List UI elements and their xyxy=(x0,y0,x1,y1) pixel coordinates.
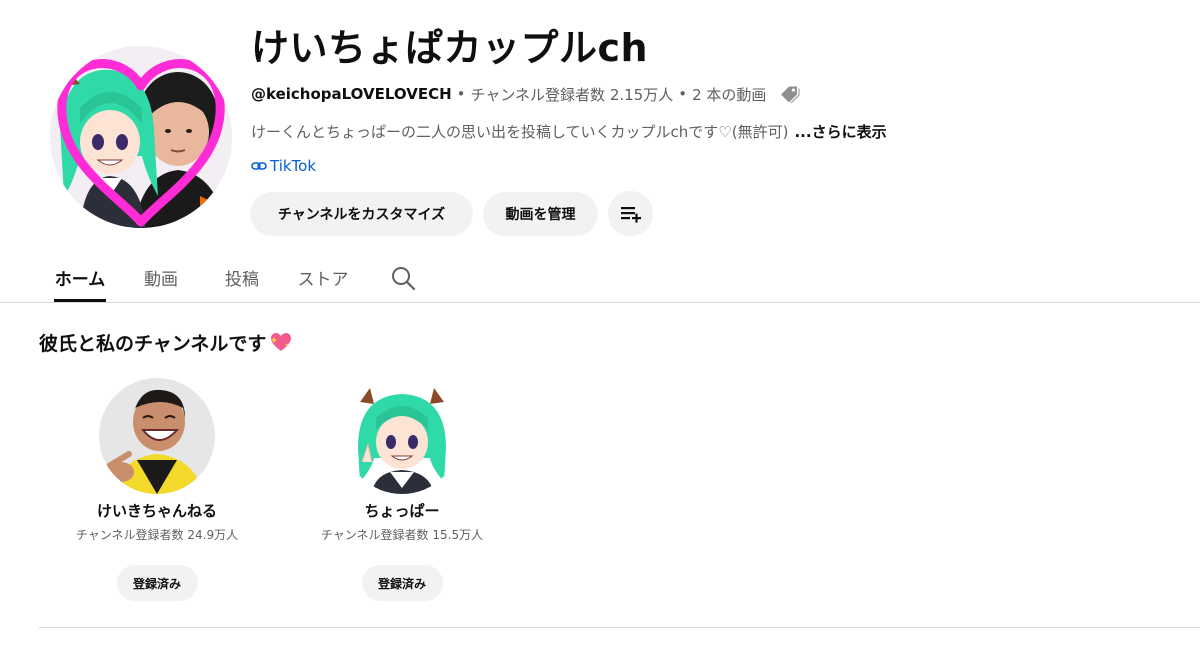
tab-store[interactable]: ストア xyxy=(296,252,350,302)
playlist-add-button[interactable] xyxy=(608,191,653,236)
tab-videos[interactable]: 動画 xyxy=(142,252,180,302)
featured-channel-card[interactable]: ちょっぱー チャンネル登録者数 15.5万人 登録済み xyxy=(302,378,502,601)
tab-search-button[interactable] xyxy=(389,264,417,292)
section-title: 彼氏と私のチャンネルです xyxy=(39,328,293,356)
couple-avatar-icon xyxy=(50,46,232,228)
meta-separator: • xyxy=(456,85,466,103)
tab-home[interactable]: ホーム xyxy=(54,252,106,302)
anime-girl-avatar-icon xyxy=(344,378,460,494)
customize-channel-button[interactable]: チャンネルをカスタマイズ xyxy=(250,191,473,236)
description-text: けーくんとちょっぱーの二人の思い出を投稿していくカップルchです♡(無許可) xyxy=(251,122,789,141)
channel-meta: @keichopaLOVELOVECH • チャンネル登録者数 2.15万人 •… xyxy=(251,82,802,106)
tab-posts[interactable]: 投稿 xyxy=(223,252,261,302)
channel-tabs: ホーム 動画 投稿 ストア xyxy=(0,252,1200,303)
show-more-link[interactable]: ...さらに表示 xyxy=(794,121,886,142)
link-icon xyxy=(251,162,267,170)
channel-actions: チャンネルをカスタマイズ 動画を管理 xyxy=(250,191,653,236)
channel-avatar[interactable] xyxy=(50,46,232,228)
subscribed-button[interactable]: 登録済み xyxy=(116,565,198,601)
channel-handle: @keichopaLOVELOVECH xyxy=(251,85,452,103)
featured-channel-avatar[interactable] xyxy=(344,378,460,494)
subscribed-button[interactable]: 登録済み xyxy=(361,565,443,601)
video-count: 2 本の動画 xyxy=(692,85,767,104)
featured-channel-name[interactable]: けいきちゃんねる xyxy=(57,500,257,522)
link-label: TikTok xyxy=(270,157,317,175)
featured-channel-card[interactable]: けいきちゃんねる チャンネル登録者数 24.9万人 登録済み xyxy=(57,378,257,601)
featured-channel-avatar[interactable] xyxy=(99,378,215,494)
featured-channel-subscribers: チャンネル登録者数 24.9万人 xyxy=(75,528,239,542)
tiktok-link[interactable]: TikTok xyxy=(251,155,316,177)
playlist-add-icon xyxy=(620,206,641,223)
featured-channel-name[interactable]: ちょっぱー xyxy=(302,500,502,522)
laughing-man-avatar-icon xyxy=(99,378,215,494)
tag-icon[interactable] xyxy=(778,82,802,106)
channel-title: けいちょぱカップルch xyxy=(251,26,649,70)
search-icon xyxy=(392,267,416,291)
manage-videos-button[interactable]: 動画を管理 xyxy=(483,191,598,236)
featured-channel-subscribers: チャンネル登録者数 15.5万人 xyxy=(320,528,484,542)
subscriber-count: チャンネル登録者数 2.15万人 xyxy=(470,85,674,104)
sparkling-heart-icon xyxy=(271,333,292,351)
section-title-text: 彼氏と私のチャンネルです xyxy=(39,332,267,355)
meta-separator: • xyxy=(678,85,688,103)
channel-description[interactable]: けーくんとちょっぱーの二人の思い出を投稿していくカップルchです♡(無許可) .… xyxy=(251,120,887,142)
section-divider xyxy=(39,627,1200,628)
